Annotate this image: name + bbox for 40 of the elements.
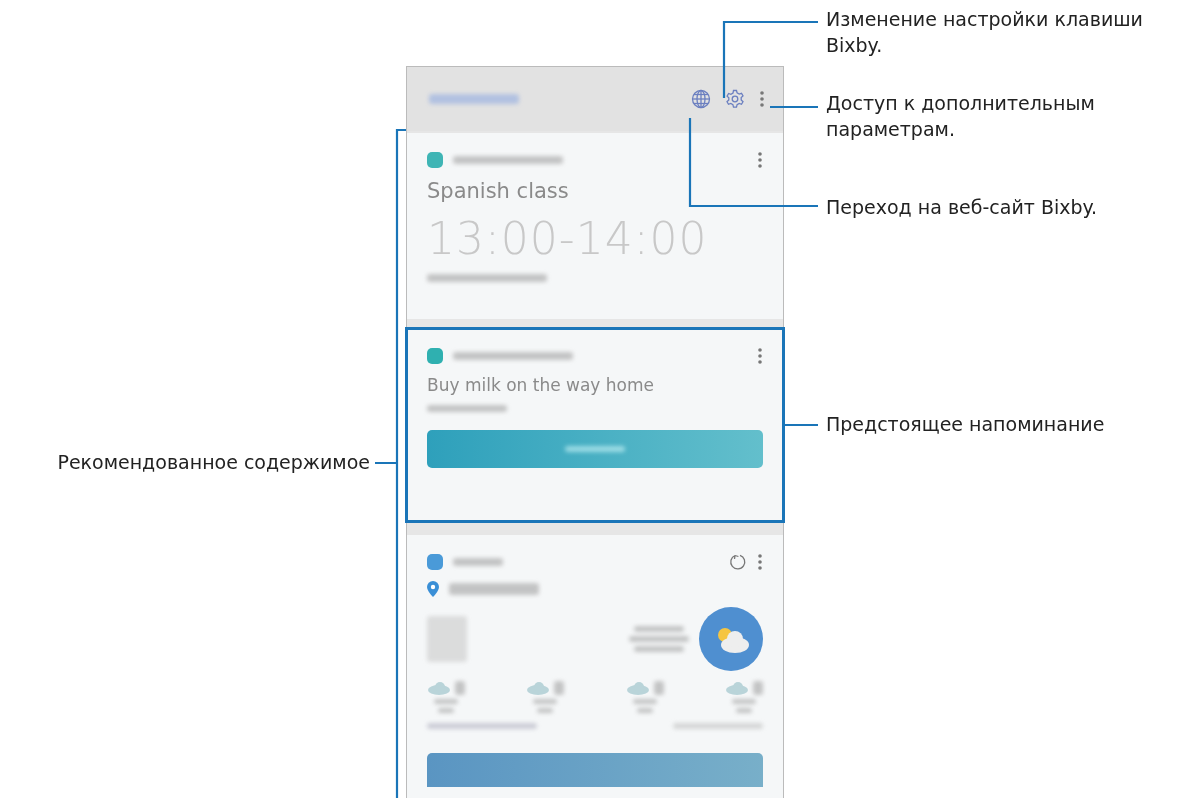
refresh-icon[interactable] <box>729 553 747 571</box>
callout-label: Переход на веб-сайт Bixby. <box>826 195 1099 220</box>
blurred-text-bar <box>753 681 763 695</box>
more-options-icon[interactable] <box>757 553 763 571</box>
callout-label: Доступ к дополнительным параметрам. <box>826 91 1096 142</box>
blurred-text-bar <box>427 616 467 662</box>
globe-icon[interactable] <box>691 89 711 109</box>
blurred-text-bar <box>438 708 454 713</box>
cloud-icon <box>625 681 650 695</box>
weather-app-icon <box>427 554 443 570</box>
calendar-icon <box>427 152 443 168</box>
blurred-text-bar <box>453 558 503 566</box>
blurred-text-bar <box>634 646 684 652</box>
blurred-text-bar <box>629 636 689 642</box>
blurred-text-bar <box>736 708 752 713</box>
settings-icon[interactable] <box>725 89 745 109</box>
more-options-icon[interactable] <box>757 347 763 365</box>
location-pin-icon <box>427 581 439 597</box>
cloud-icon <box>725 681 749 695</box>
blurred-text-bar <box>565 446 625 452</box>
cloud-icon <box>526 681 551 695</box>
event-title: Spanish class <box>427 179 570 203</box>
more-options-icon[interactable] <box>757 151 763 169</box>
blurred-text-bar <box>533 699 558 704</box>
cloud-icon <box>427 681 451 695</box>
reminder-title: Buy milk on the way home <box>427 375 656 395</box>
blurred-text-bar <box>634 626 684 632</box>
blurred-text-bar <box>455 681 465 695</box>
blurred-text-bar <box>554 681 565 695</box>
blurred-text-bar <box>632 699 657 704</box>
blurred-text-bar <box>434 699 458 704</box>
callout-label: Рекомендованное содержимое <box>56 450 370 475</box>
blurred-text-bar <box>732 699 756 704</box>
bell-icon <box>427 348 443 364</box>
blurred-text-bar <box>653 681 664 695</box>
blurred-text-bar <box>537 708 554 713</box>
callout-label: Изменение настройки клавиши Bixby. <box>826 7 1144 58</box>
blurred-text-bar <box>636 708 653 713</box>
more-options-icon[interactable] <box>759 90 765 108</box>
callout-label: Предстоящее напоминание <box>826 412 1106 437</box>
